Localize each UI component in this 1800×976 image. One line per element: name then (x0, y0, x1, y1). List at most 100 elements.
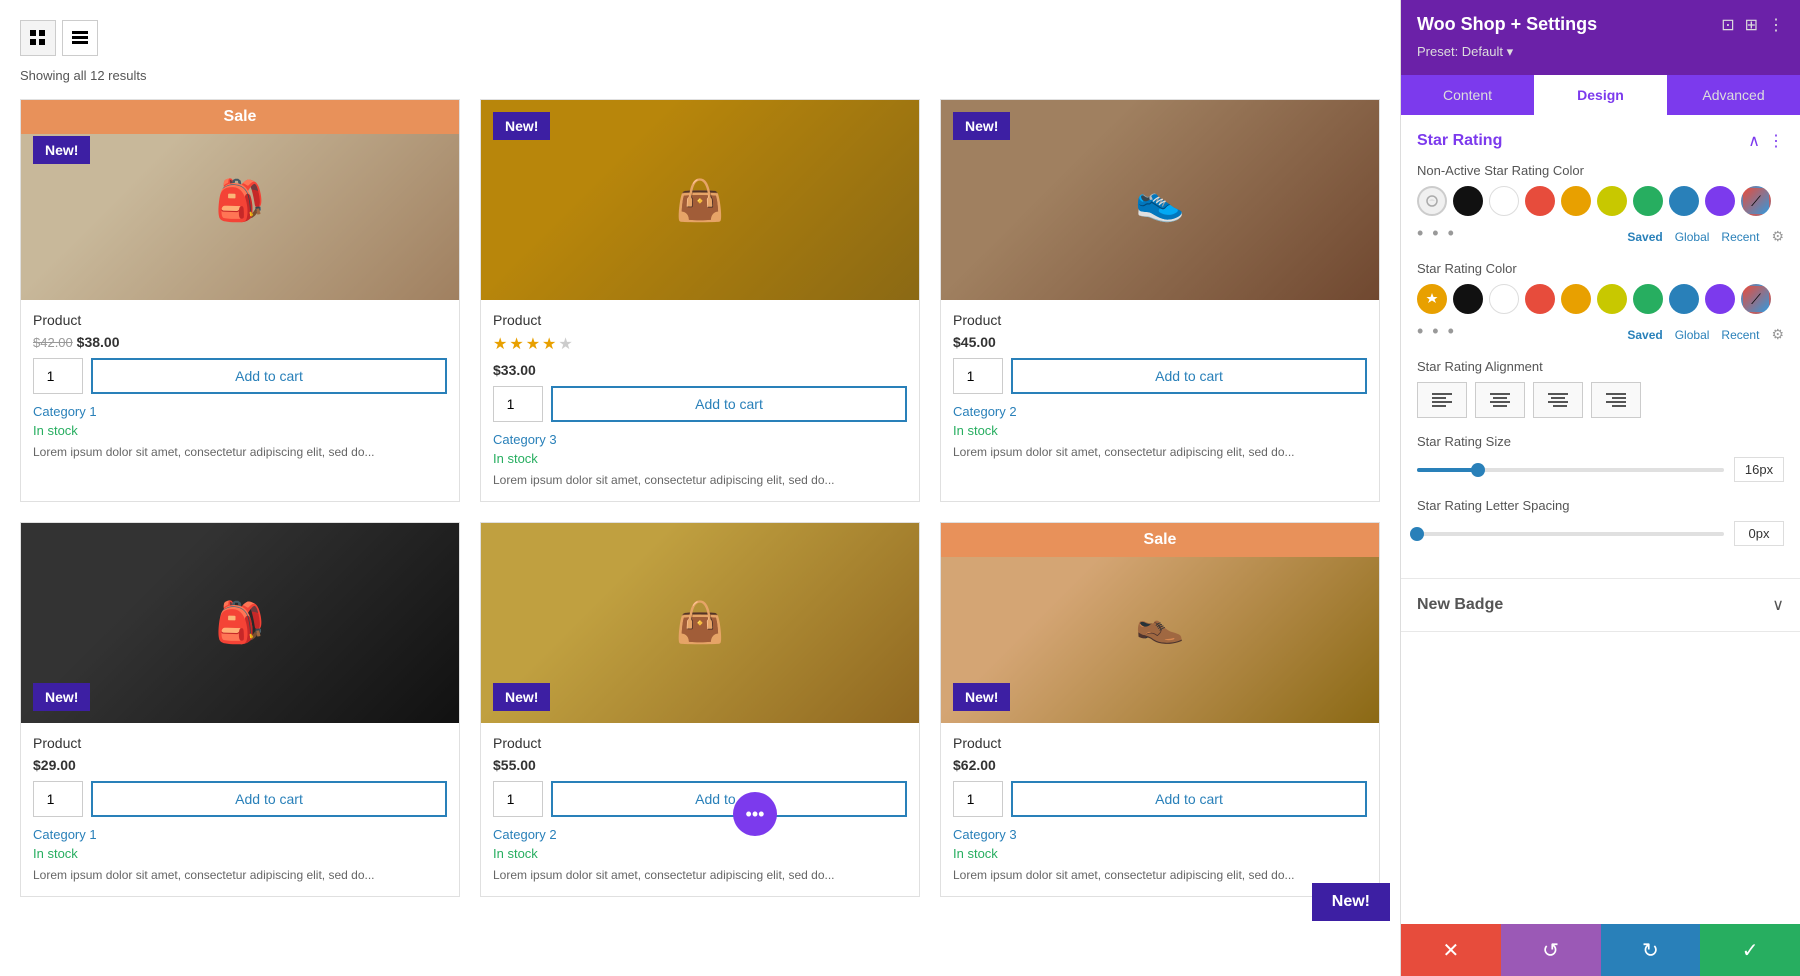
focus-icon[interactable]: ⊡ (1721, 15, 1734, 35)
align-left-button[interactable] (1417, 382, 1467, 418)
swatch-black[interactable] (1453, 186, 1483, 216)
swatch-black[interactable] (1453, 284, 1483, 314)
tab-content[interactable]: Content (1401, 75, 1534, 115)
settings-tabs: Content Design Advanced (1401, 75, 1800, 115)
add-to-cart-wrap: Add to cart (33, 358, 447, 394)
active-color-picker-btn[interactable] (1417, 284, 1447, 314)
swatch-purple[interactable] (1705, 186, 1735, 216)
letter-spacing-slider-value[interactable]: 0px (1734, 521, 1784, 546)
price-new: $62.00 (953, 757, 996, 773)
swatch-green[interactable] (1633, 284, 1663, 314)
alignment-row (1417, 382, 1784, 418)
settings-preset[interactable]: Preset: Default ▾ (1417, 44, 1513, 59)
active-more-button[interactable]: • • • (1417, 321, 1456, 342)
section-collapse-button[interactable]: ∧ (1748, 131, 1760, 151)
layout-icon[interactable]: ⊞ (1745, 15, 1758, 35)
add-to-cart-wrap: Add to cart (493, 781, 907, 817)
swatch-purple[interactable] (1705, 284, 1735, 314)
product-info: Product $45.00 Add to cart Category 2 In… (941, 300, 1379, 473)
grid-view-button[interactable] (20, 20, 56, 56)
add-to-cart-button[interactable]: Add to cart (551, 781, 907, 817)
saved-tab[interactable]: Saved (1627, 328, 1662, 342)
swatch-yellow[interactable] (1597, 186, 1627, 216)
product-description: Lorem ipsum dolor sit amet, consectetur … (33, 444, 447, 461)
align-center-right-button[interactable] (1533, 382, 1583, 418)
save-button[interactable]: ✓ (1700, 924, 1800, 976)
quantity-input[interactable] (493, 386, 543, 422)
tab-advanced[interactable]: Advanced (1667, 75, 1800, 115)
active-color-swatches: ⟋ (1417, 284, 1784, 314)
preset-arrow: ▾ (1507, 44, 1514, 59)
swatch-blue[interactable] (1669, 284, 1699, 314)
product-image-wrap: Sale 🎒 New! (21, 100, 459, 300)
swatch-red[interactable] (1525, 186, 1555, 216)
product-price: $45.00 (953, 334, 1367, 350)
color-gear-button[interactable]: ⚙ (1771, 228, 1784, 245)
cancel-button[interactable]: ✕ (1401, 924, 1501, 976)
category-link[interactable]: Category 2 (953, 404, 1367, 419)
dots-icon: ••• (746, 804, 765, 825)
in-stock-label: In stock (953, 846, 1367, 861)
header-icons: ⊡ ⊞ ⋮ (1721, 15, 1784, 35)
active-color-tabs: Saved Global Recent ⚙ (1627, 326, 1784, 343)
add-to-cart-button[interactable]: Add to cart (1011, 781, 1367, 817)
quantity-input[interactable] (493, 781, 543, 817)
redo-icon: ↻ (1642, 938, 1659, 963)
quantity-input[interactable] (953, 358, 1003, 394)
product-price: $55.00 (493, 757, 907, 773)
preset-label: Preset: Default (1417, 44, 1503, 59)
swatch-white[interactable] (1489, 284, 1519, 314)
category-link[interactable]: Category 2 (493, 827, 907, 842)
swatch-orange[interactable] (1561, 284, 1591, 314)
product-card: Sale 👞 New! Product $62.00 Add to cart C… (940, 522, 1380, 897)
category-link[interactable]: Category 3 (953, 827, 1367, 842)
star-2: ★ (509, 334, 523, 354)
quantity-input[interactable] (33, 781, 83, 817)
swatch-blue[interactable] (1669, 186, 1699, 216)
global-tab[interactable]: Global (1675, 328, 1710, 342)
swatch-red[interactable] (1525, 284, 1555, 314)
settings-header: Woo Shop + Settings ⊡ ⊞ ⋮ Preset: Defaul… (1401, 0, 1800, 75)
swatch-gradient[interactable]: ⟋ (1741, 186, 1771, 216)
undo-button[interactable]: ↺ (1501, 924, 1601, 976)
add-to-cart-button[interactable]: Add to cart (91, 358, 447, 394)
quantity-input[interactable] (953, 781, 1003, 817)
swatch-gradient[interactable]: ⟋ (1741, 284, 1771, 314)
align-center-left-button[interactable] (1475, 382, 1525, 418)
saved-tab[interactable]: Saved (1627, 230, 1662, 244)
tab-design[interactable]: Design (1534, 75, 1667, 115)
list-view-button[interactable] (62, 20, 98, 56)
add-to-cart-button[interactable]: Add to cart (551, 386, 907, 422)
product-title: Product (493, 735, 907, 751)
section-more-button[interactable]: ⋮ (1768, 131, 1784, 151)
color-gear-button[interactable]: ⚙ (1771, 326, 1784, 343)
add-to-cart-button[interactable]: Add to cart (1011, 358, 1367, 394)
cancel-icon: ✕ (1442, 938, 1459, 963)
non-active-color-swatches: ⟋ (1417, 186, 1784, 216)
recent-tab[interactable]: Recent (1721, 328, 1759, 342)
category-link[interactable]: Category 3 (493, 432, 907, 447)
quantity-input[interactable] (33, 358, 83, 394)
size-slider-value[interactable]: 16px (1734, 457, 1784, 482)
non-active-more-button[interactable]: • • • (1417, 223, 1456, 244)
recent-tab[interactable]: Recent (1721, 230, 1759, 244)
category-link[interactable]: Category 1 (33, 404, 447, 419)
floating-dots-button[interactable]: ••• (733, 792, 777, 836)
letter-spacing-slider-thumb[interactable] (1410, 527, 1424, 541)
swatch-orange[interactable] (1561, 186, 1591, 216)
star-4: ★ (542, 334, 556, 354)
non-active-color-picker-btn[interactable] (1417, 186, 1447, 216)
swatch-green[interactable] (1633, 186, 1663, 216)
align-right-button[interactable] (1591, 382, 1641, 418)
add-to-cart-button[interactable]: Add to cart (91, 781, 447, 817)
new-badge-collapse-button[interactable]: ∨ (1772, 595, 1784, 615)
price-new: $33.00 (493, 362, 536, 378)
more-icon[interactable]: ⋮ (1768, 15, 1784, 35)
swatch-white[interactable] (1489, 186, 1519, 216)
global-tab[interactable]: Global (1675, 230, 1710, 244)
category-link[interactable]: Category 1 (33, 827, 447, 842)
size-slider-thumb[interactable] (1471, 463, 1485, 477)
product-card: 👟 New! Product $45.00 Add to cart Catego… (940, 99, 1380, 502)
swatch-yellow[interactable] (1597, 284, 1627, 314)
redo-button[interactable]: ↻ (1601, 924, 1701, 976)
